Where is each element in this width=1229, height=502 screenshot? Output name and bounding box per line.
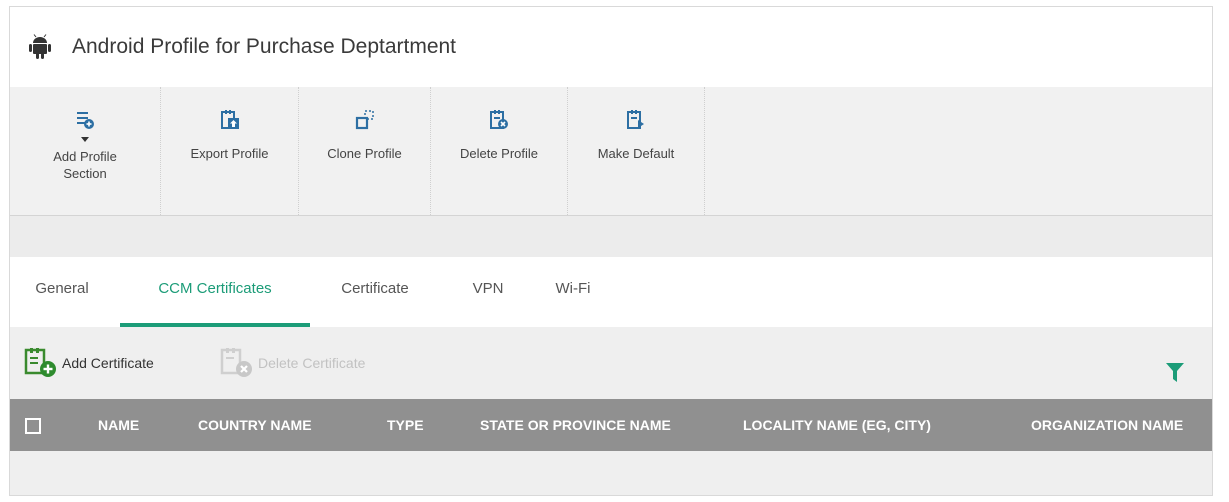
delete-profile-label: Delete Profile (459, 146, 539, 161)
add-profile-section-button[interactable]: Add Profile Section (10, 87, 161, 215)
tab-label: CCM Certificates (158, 280, 272, 297)
delete-certificate-icon (220, 348, 252, 377)
column-header-type[interactable]: TYPE (387, 399, 424, 451)
tab-label: General (35, 280, 89, 297)
tab-label: VPN (472, 280, 504, 297)
profile-toolbar: Add Profile Section Export Profile Clone… (10, 87, 1212, 216)
separator-band (10, 216, 1212, 257)
profile-tabs: General CCM Certificates Certificate VPN… (10, 257, 1212, 327)
delete-certificate-label: Delete Certificate (258, 355, 366, 371)
column-header-organization[interactable]: ORGANIZATION NAME (1031, 399, 1183, 451)
clone-profile-label: Clone Profile (327, 146, 402, 161)
delete-icon (490, 110, 508, 129)
export-profile-label: Export Profile (190, 146, 269, 161)
filter-icon[interactable] (1166, 363, 1184, 383)
make-default-label: Make Default (597, 146, 675, 161)
delete-profile-button[interactable]: Delete Profile (431, 87, 568, 215)
page-title: Android Profile for Purchase Deptartment (72, 35, 457, 58)
tab-label: Certificate (341, 280, 409, 297)
column-header-locality[interactable]: LOCALITY NAME (EG, CITY) (743, 399, 931, 451)
add-certificate-button[interactable]: Add Certificate (24, 347, 154, 379)
export-icon (220, 110, 239, 129)
column-header-country-name[interactable]: COUNTRY NAME (198, 399, 312, 451)
profile-panel: Android Profile for Purchase Deptartment… (9, 6, 1213, 496)
table-body (10, 451, 1212, 495)
tab-vpn[interactable]: VPN (458, 257, 518, 327)
clone-icon (355, 110, 374, 130)
make-default-button[interactable]: Make Default (568, 87, 705, 215)
make-default-icon (627, 110, 644, 129)
tab-label: Wi-Fi (555, 280, 591, 297)
title-bar: Android Profile for Purchase Deptartment (10, 7, 1212, 87)
tab-certificate[interactable]: Certificate (320, 257, 430, 327)
certificate-actions: Add Certificate Delete Certificate (10, 327, 1212, 399)
add-certificate-icon (24, 348, 56, 377)
column-header-state[interactable]: STATE OR PROVINCE NAME (480, 399, 671, 451)
tab-wifi[interactable]: Wi-Fi (538, 257, 608, 327)
clone-profile-button[interactable]: Clone Profile (299, 87, 431, 215)
table-header: NAME COUNTRY NAME TYPE STATE OR PROVINCE… (10, 399, 1212, 451)
add-certificate-label: Add Certificate (62, 355, 154, 371)
add-section-label-line1: Add Profile (53, 149, 117, 164)
select-all-checkbox[interactable] (25, 418, 41, 434)
add-section-label-line2: Section (63, 166, 107, 181)
add-section-icon (77, 112, 94, 129)
column-header-name[interactable]: NAME (98, 399, 139, 451)
delete-certificate-button[interactable]: Delete Certificate (220, 347, 365, 379)
chevron-down-icon (81, 137, 89, 142)
export-profile-button[interactable]: Export Profile (161, 87, 299, 215)
tab-general[interactable]: General (20, 257, 104, 327)
android-icon (29, 34, 51, 59)
tab-ccm-certificates[interactable]: CCM Certificates (120, 257, 310, 327)
